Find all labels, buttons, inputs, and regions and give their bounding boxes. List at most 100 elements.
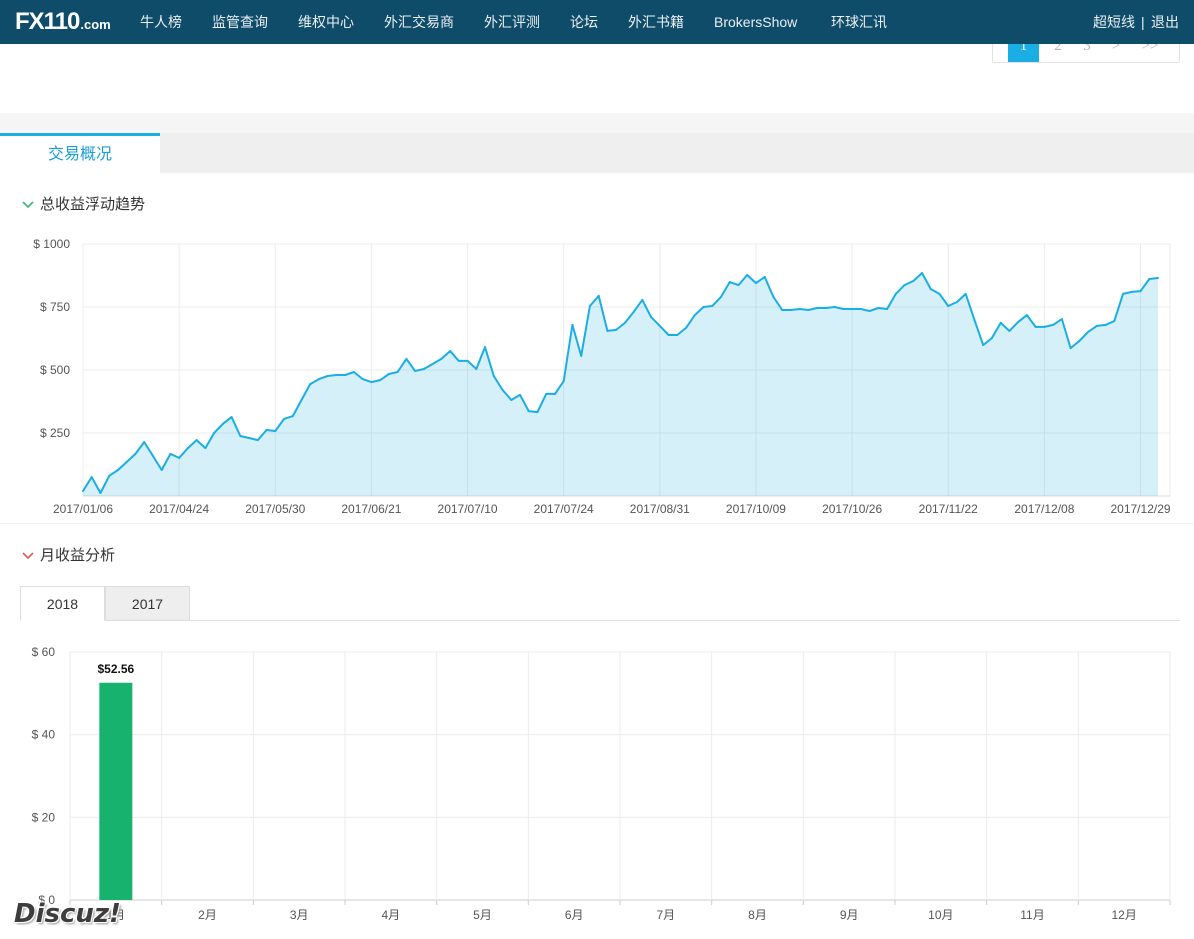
data-point	[151, 454, 154, 457]
year-tabs: 2018 2017	[20, 586, 1180, 621]
data-point	[317, 378, 320, 381]
data-point	[475, 367, 478, 370]
section-divider	[0, 523, 1194, 524]
logout-link[interactable]: 退出	[1151, 12, 1179, 32]
data-point	[947, 304, 950, 307]
data-point	[1008, 329, 1011, 332]
data-point	[789, 309, 792, 312]
data-point	[973, 319, 976, 322]
data-point	[82, 489, 84, 492]
data-point	[361, 378, 364, 381]
nav-item-regulation-query[interactable]: 监管查询	[212, 12, 268, 32]
fx110-logo[interactable]: FX110.com	[15, 9, 111, 35]
data-point	[1078, 340, 1081, 343]
data-point	[851, 308, 854, 311]
data-point	[903, 284, 906, 287]
data-point	[1043, 325, 1046, 328]
x-tick-label: 3月	[290, 908, 309, 922]
chevron-path	[22, 201, 34, 209]
data-point	[562, 380, 565, 383]
series-area	[83, 273, 1158, 496]
data-point	[737, 284, 740, 287]
data-point	[396, 371, 399, 374]
x-tick-label: 2017/07/10	[438, 502, 498, 516]
data-point	[1148, 278, 1151, 281]
logo-text: FX110	[15, 8, 80, 35]
data-point	[309, 383, 312, 386]
nav-item-rights-center[interactable]: 维权中心	[298, 12, 354, 32]
top-nav: FX110.com 牛人榜 监管查询 维权中心 外汇交易商 外汇评测 论坛 外汇…	[0, 0, 1194, 44]
data-point	[178, 456, 181, 459]
monthly-section-title: 月收益分析	[40, 547, 116, 564]
data-point	[676, 333, 679, 336]
data-point	[99, 491, 102, 494]
tab-trading-overview[interactable]: 交易概况	[0, 133, 160, 173]
tab-year-2018[interactable]: 2018	[20, 586, 105, 621]
nav-item-top-traders[interactable]: 牛人榜	[140, 12, 182, 32]
tab-year-2017[interactable]: 2017	[105, 586, 190, 621]
data-point	[650, 316, 653, 319]
data-point	[440, 357, 443, 360]
data-point	[929, 288, 932, 291]
data-point	[265, 428, 268, 431]
nav-item-forum[interactable]: 论坛	[570, 12, 598, 32]
data-point	[1069, 347, 1072, 350]
data-point	[527, 410, 530, 413]
x-tick-label: 9月	[840, 908, 859, 922]
x-tick-label: 2017/08/31	[630, 502, 690, 516]
x-tick-label: 11月	[1020, 908, 1044, 922]
data-point	[781, 309, 784, 312]
data-point	[213, 432, 216, 434]
data-point	[571, 323, 574, 326]
data-point	[711, 304, 714, 307]
data-point	[1017, 320, 1020, 323]
x-tick-label: 7月	[656, 908, 675, 922]
bar	[99, 682, 133, 900]
x-tick-label: 2017/12/29	[1110, 502, 1170, 516]
data-point	[108, 474, 111, 477]
nav-item-reviews[interactable]: 外汇评测	[484, 12, 540, 32]
data-point	[274, 429, 277, 432]
data-point	[1034, 325, 1037, 328]
data-point	[702, 306, 705, 308]
y-tick-label: $ 750	[40, 300, 70, 314]
trend-section-title: 总收益浮动趋势	[40, 196, 146, 213]
user-link[interactable]: 超短线	[1093, 12, 1135, 32]
chevron-path	[22, 552, 34, 560]
y-tick-label: $ 40	[32, 728, 56, 742]
data-point	[1157, 277, 1159, 280]
nav-item-books[interactable]: 外汇书籍	[628, 12, 684, 32]
data-point	[457, 359, 460, 362]
x-tick-label: 2017/07/24	[534, 502, 594, 516]
data-point	[300, 398, 303, 401]
logo-suffix: .com	[80, 17, 111, 32]
chevron-down-icon[interactable]	[22, 201, 34, 209]
nav-item-global-news[interactable]: 环球汇讯	[831, 12, 887, 32]
data-point	[134, 452, 137, 455]
discuz-watermark: Discuz!	[14, 899, 121, 929]
data-point	[658, 324, 661, 327]
data-point	[990, 336, 993, 339]
data-point	[283, 417, 286, 420]
data-point	[239, 435, 242, 438]
data-point	[221, 422, 224, 425]
chevron-down-icon[interactable]	[22, 552, 34, 560]
nav-item-brokersshow[interactable]: BrokersShow	[714, 12, 797, 32]
data-point	[510, 398, 513, 401]
data-point	[824, 307, 827, 310]
y-tick-label: $ 250	[40, 426, 70, 440]
y-tick-label: $ 500	[40, 363, 70, 377]
data-point	[580, 354, 583, 357]
data-point	[344, 374, 347, 377]
trend-section-header: 总收益浮动趋势	[0, 195, 400, 215]
data-point	[807, 309, 810, 312]
data-point	[1104, 323, 1107, 326]
data-point	[1052, 323, 1055, 326]
data-point	[230, 416, 233, 419]
data-point	[693, 314, 696, 317]
monthly-section-header: 月收益分析	[0, 546, 400, 566]
data-point	[859, 308, 862, 311]
nav-item-brokers[interactable]: 外汇交易商	[384, 12, 454, 32]
y-tick-label: $ 1000	[33, 237, 70, 251]
data-point	[518, 393, 521, 396]
